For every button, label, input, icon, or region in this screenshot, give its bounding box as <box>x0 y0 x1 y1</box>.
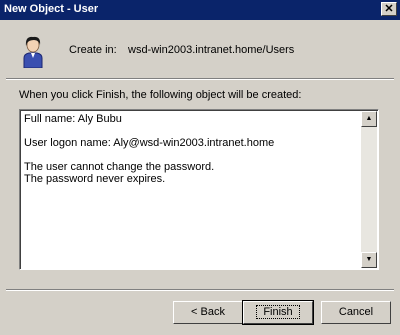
back-button[interactable]: < Back <box>173 301 243 324</box>
user-icon <box>23 36 43 68</box>
window-title: New Object - User <box>4 3 99 15</box>
scroll-up-button[interactable]: ▲ <box>361 111 377 127</box>
intro-text: When you click Finish, the following obj… <box>19 89 302 101</box>
title-bar: New Object - User ✕ <box>0 0 400 20</box>
summary-line-blank <box>24 125 360 137</box>
summary-textbox[interactable]: Full name: Aly Bubu User logon name: Aly… <box>19 109 379 270</box>
create-in-path: wsd-win2003.intranet.home/Users <box>128 44 295 56</box>
summary-content: Full name: Aly Bubu User logon name: Aly… <box>24 113 360 185</box>
finish-button[interactable]: Finish <box>242 300 314 325</box>
summary-line-full-name: Full name: Aly Bubu <box>24 113 122 125</box>
summary-line-password-expiry: The password never expires. <box>24 173 166 185</box>
close-button[interactable]: ✕ <box>381 2 397 16</box>
scroll-down-button[interactable]: ▼ <box>361 252 377 268</box>
finish-button-label: Finish <box>256 305 300 319</box>
summary-line-password-change: The user cannot change the password. <box>24 161 215 173</box>
vertical-scrollbar[interactable]: ▲ ▼ <box>361 111 377 268</box>
header-separator <box>6 78 394 80</box>
dialog-header: Create in: wsd-win2003.intranet.home/Use… <box>0 20 400 78</box>
create-in-label: Create in: <box>69 44 117 56</box>
footer-separator <box>6 289 394 291</box>
cancel-button[interactable]: Cancel <box>321 301 391 324</box>
summary-line-blank <box>24 149 360 161</box>
summary-line-logon-name: User logon name: Aly@wsd-win2003.intrane… <box>24 137 275 149</box>
